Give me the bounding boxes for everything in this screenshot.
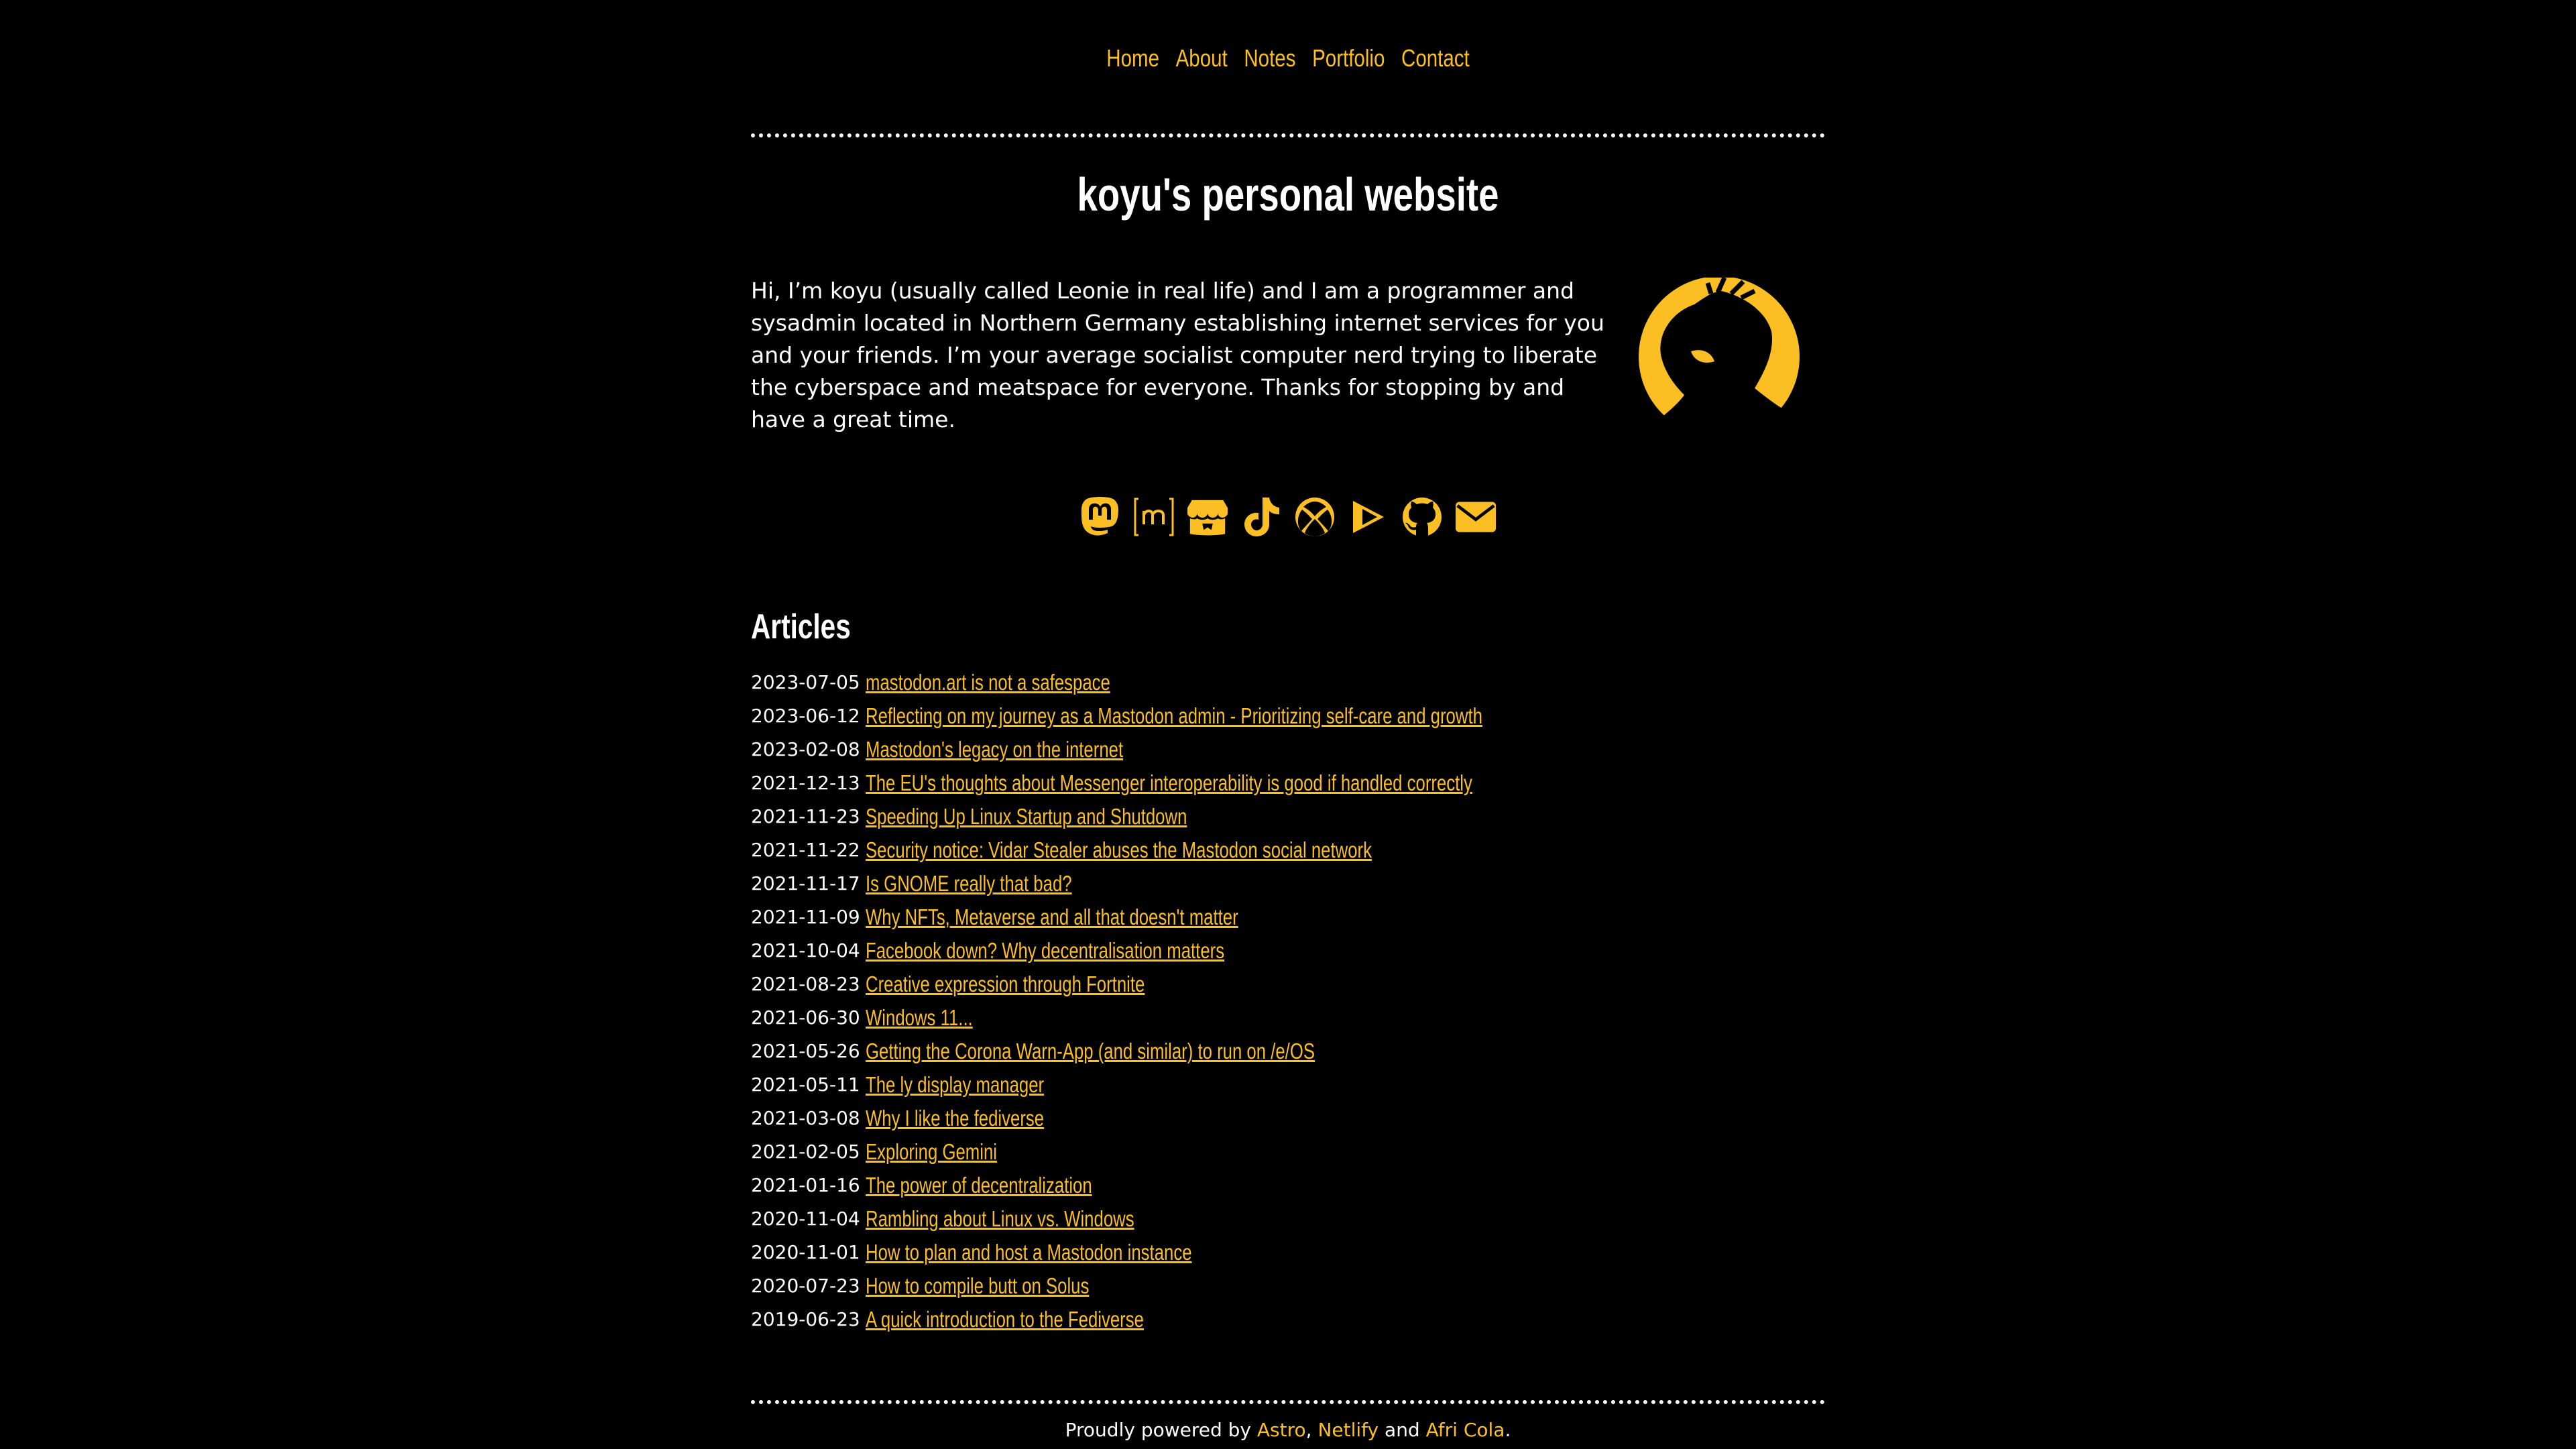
itch-io-icon[interactable] [1187, 495, 1228, 539]
article-date: 2021-03-08 [751, 1107, 860, 1129]
list-item: 2023-06-12 Reflecting on my journey as a … [751, 699, 1656, 733]
list-item: 2021-11-22 Security notice: Vidar Stealer… [751, 833, 1656, 867]
list-item: 2020-11-01 How to plan and host a Mastodo… [751, 1236, 1656, 1269]
article-date: 2021-05-11 [751, 1074, 860, 1096]
email-icon[interactable] [1455, 495, 1497, 539]
list-item: 2021-11-09 Why NFTs, Metaverse and all th… [751, 901, 1656, 934]
nav-about-link[interactable]: About [1176, 44, 1228, 72]
article-link[interactable]: Reflecting on my journey as a Mastodon a… [866, 699, 1482, 733]
footer-prefix: Proudly powered by [1065, 1419, 1251, 1441]
nav-home-link[interactable]: Home [1106, 44, 1159, 72]
list-item: 2021-03-08 Why I like the fediverse [751, 1102, 1656, 1135]
article-date: 2021-11-09 [751, 906, 860, 928]
article-link[interactable]: Facebook down? Why decentralisation matt… [866, 934, 1224, 968]
articles-list: 2023-07-05 mastodon.art is not a safespac… [751, 666, 1656, 1336]
list-item: 2023-02-08 Mastodon's legacy on the inter… [751, 733, 1656, 766]
article-date: 2020-11-04 [751, 1208, 860, 1230]
article-link[interactable]: Mastodon's legacy on the internet [866, 733, 1123, 766]
xbox-icon[interactable] [1294, 495, 1336, 539]
intro-paragraph: Hi, I’m koyu (usually called Leonie in r… [751, 278, 1604, 432]
article-date: 2021-10-04 [751, 939, 860, 962]
list-item: 2021-05-11 The ly display manager [751, 1068, 1656, 1102]
social-links [751, 495, 1825, 539]
nav-notes-link[interactable]: Notes [1244, 44, 1295, 72]
afri-cola-link[interactable]: Afri Cola [1426, 1419, 1505, 1441]
article-date: 2021-02-05 [751, 1141, 860, 1163]
footer-and: and [1385, 1419, 1420, 1441]
article-date: 2021-11-22 [751, 839, 860, 861]
astro-link[interactable]: Astro [1257, 1419, 1306, 1441]
article-link[interactable]: Is GNOME really that bad? [866, 867, 1072, 901]
matrix-icon[interactable] [1133, 495, 1175, 539]
header-divider [751, 133, 1825, 137]
list-item: 2021-11-17 Is GNOME really that bad? [751, 867, 1656, 901]
article-link[interactable]: Why I like the fediverse [866, 1102, 1044, 1135]
list-item: 2021-11-23 Speeding Up Linux Startup and … [751, 800, 1656, 833]
netlify-link[interactable]: Netlify [1318, 1419, 1379, 1441]
footer-divider [751, 1400, 1825, 1404]
footer-separator: , [1305, 1419, 1312, 1441]
article-date: 2021-08-23 [751, 973, 860, 995]
main-nav: Home About Notes Portfolio Contact [847, 44, 1729, 72]
article-link[interactable]: A quick introduction to the Fediverse [866, 1303, 1144, 1336]
article-link[interactable]: Exploring Gemini [866, 1135, 997, 1169]
article-link[interactable]: Rambling about Linux vs. Windows [866, 1202, 1134, 1236]
footer: Proudly powered by Astro, Netlify and Af… [751, 1417, 1825, 1444]
article-link[interactable]: Security notice: Vidar Stealer abuses th… [866, 833, 1372, 867]
article-date: 2021-11-23 [751, 805, 860, 827]
github-icon[interactable] [1401, 495, 1443, 539]
article-date: 2021-01-16 [751, 1174, 860, 1196]
footer-suffix: . [1505, 1419, 1511, 1441]
article-date: 2021-12-13 [751, 772, 860, 794]
articles-heading: Articles [751, 607, 851, 646]
list-item: 2020-11-04 Rambling about Linux vs. Windo… [751, 1202, 1656, 1236]
mastodon-icon[interactable] [1079, 495, 1121, 539]
article-link[interactable]: The power of decentralization [866, 1169, 1092, 1202]
article-link[interactable]: How to plan and host a Mastodon instance [866, 1236, 1192, 1269]
list-item: 2021-01-16 The power of decentralization [751, 1169, 1656, 1202]
article-link[interactable]: Windows 11... [866, 1001, 973, 1035]
list-item: 2019-06-23 A quick introduction to the Fe… [751, 1303, 1656, 1336]
article-date: 2021-11-17 [751, 872, 860, 894]
list-item: 2021-06-30 Windows 11... [751, 1001, 1656, 1035]
list-item: 2023-07-05 mastodon.art is not a safespac… [751, 666, 1656, 699]
article-link[interactable]: How to compile butt on Solus [866, 1269, 1089, 1303]
article-link[interactable]: The ly display manager [866, 1068, 1044, 1102]
article-date: 2021-05-26 [751, 1040, 860, 1062]
tiktok-icon[interactable] [1240, 495, 1282, 539]
nav-contact-link[interactable]: Contact [1401, 44, 1470, 72]
article-date: 2019-06-23 [751, 1308, 860, 1330]
article-date: 2020-11-01 [751, 1241, 860, 1263]
article-link[interactable]: mastodon.art is not a safespace [866, 666, 1110, 699]
article-date: 2020-07-23 [751, 1275, 860, 1297]
play-games-icon[interactable] [1348, 495, 1389, 539]
list-item: 2020-07-23 How to compile butt on Solus [751, 1269, 1656, 1303]
article-date: 2023-07-05 [751, 671, 860, 693]
list-item: 2021-08-23 Creative expression through Fo… [751, 968, 1656, 1001]
article-link[interactable]: Getting the Corona Warn-App (and similar… [866, 1035, 1315, 1068]
article-link[interactable]: The EU's thoughts about Messenger intero… [866, 766, 1472, 800]
article-date: 2023-02-08 [751, 738, 860, 760]
nav-portfolio-link[interactable]: Portfolio [1312, 44, 1385, 72]
list-item: 2021-10-04 Facebook down? Why decentralis… [751, 934, 1656, 968]
list-item: 2021-02-05 Exploring Gemini [751, 1135, 1656, 1169]
list-item: 2021-12-13 The EU's thoughts about Messen… [751, 766, 1656, 800]
article-link[interactable]: Why NFTs, Metaverse and all that doesn't… [866, 901, 1238, 934]
avatar [1639, 278, 1802, 432]
article-link[interactable]: Speeding Up Linux Startup and Shutdown [866, 800, 1187, 833]
article-date: 2023-06-12 [751, 705, 860, 727]
page-title: koyu's personal website [1077, 168, 1499, 221]
article-link[interactable]: Creative expression through Fortnite [866, 968, 1145, 1001]
article-date: 2021-06-30 [751, 1006, 860, 1029]
list-item: 2021-05-26 Getting the Corona Warn-App (a… [751, 1035, 1656, 1068]
